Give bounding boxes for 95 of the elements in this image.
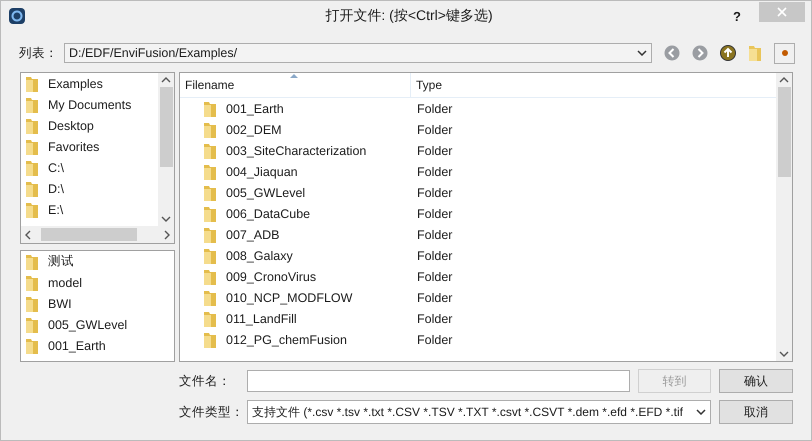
file-type: Folder (417, 270, 452, 284)
window-title: 打开文件: (按<Ctrl>键多选) (324, 7, 494, 25)
file-type: Folder (417, 332, 452, 346)
file-name[interactable]: 011_LandFill (226, 312, 297, 326)
file-name[interactable]: 007_ADB (226, 228, 280, 242)
folder-icon (204, 142, 216, 158)
history-item[interactable]: 测试 (21, 251, 174, 272)
column-header[interactable]: Type (411, 73, 776, 97)
folder-icon (204, 226, 216, 242)
sort-arrow-icon (290, 74, 298, 78)
place-item[interactable]: E:\ (21, 199, 158, 220)
folder-icon (26, 118, 38, 134)
file-name[interactable]: 005_GWLevel (226, 186, 306, 200)
folder-icon (204, 290, 216, 306)
folder-icon (26, 96, 38, 112)
forward-icon[interactable] (692, 45, 708, 61)
confirm-button[interactable]: 确认 (719, 369, 794, 393)
file-type: Folder (417, 312, 452, 326)
filetype-label: 文件类型： (179, 404, 239, 420)
folder-icon (26, 254, 38, 270)
file-type: Folder (417, 144, 452, 158)
caret-icon (696, 409, 706, 415)
file-type: Folder (417, 290, 452, 304)
folder-icon (26, 180, 38, 196)
file-name[interactable]: 010_NCP_MODFLOW (226, 290, 352, 304)
folder-icon (204, 164, 216, 180)
scroll-right-icon[interactable] (164, 230, 170, 240)
folder-icon (204, 184, 216, 200)
folder-icon (26, 160, 38, 176)
folder-icon (26, 202, 38, 218)
history-item[interactable]: 005_GWLevel (21, 314, 174, 335)
detail-view-button[interactable] (774, 42, 795, 64)
scroll-up-icon[interactable] (161, 77, 171, 83)
place-item[interactable]: Favorites (21, 136, 158, 157)
file-type: Folder (417, 186, 452, 200)
folder-icon (26, 316, 38, 332)
scroll-left-icon[interactable] (25, 230, 31, 240)
file-type: Folder (417, 164, 452, 178)
dot-icon (782, 50, 788, 56)
filename-label: 文件名： (179, 372, 232, 390)
file-type: Folder (417, 122, 452, 136)
folder-icon (204, 310, 216, 326)
place-item[interactable]: My Documents (21, 94, 158, 115)
history-item[interactable]: model (21, 272, 174, 293)
column-header[interactable]: Filename (180, 73, 411, 97)
location-label: 列表： (19, 44, 58, 62)
location-dropdown[interactable]: D:/EDF/EnviFusion/Examples/ (64, 43, 652, 63)
place-item[interactable]: D:\ (21, 178, 158, 199)
scroll-down-icon[interactable] (161, 216, 171, 222)
folder-icon[interactable] (748, 44, 762, 62)
history-item[interactable]: BWI (21, 293, 174, 314)
filename-field[interactable] (246, 370, 630, 392)
file-name[interactable]: 008_Galaxy (226, 248, 293, 262)
history-item[interactable]: 001_Earth (21, 335, 174, 356)
file-name[interactable]: 009_CronoVirus (226, 270, 316, 284)
folder-icon (204, 248, 216, 264)
place-item[interactable]: Desktop (21, 115, 158, 136)
file-type: Folder (417, 228, 452, 242)
scrollbar-thumb[interactable] (778, 87, 790, 177)
file-type: Folder (417, 206, 452, 220)
folder-icon (26, 338, 38, 354)
file-type: Folder (417, 102, 452, 116)
folder-icon (204, 268, 216, 284)
place-item[interactable]: Examples (21, 73, 158, 94)
close-button[interactable] (759, 2, 805, 22)
folder-icon (204, 332, 216, 348)
folder-icon (26, 76, 38, 92)
file-name[interactable]: 003_SiteCharacterization (226, 144, 366, 158)
folder-icon (204, 122, 216, 138)
scrollbar-thumb[interactable] (160, 87, 172, 167)
scroll-down-icon[interactable] (779, 351, 789, 357)
scrollbar-thumb[interactable] (41, 228, 137, 241)
caret-icon (637, 50, 647, 56)
back-icon[interactable] (664, 45, 680, 61)
help-button[interactable]: ? (733, 8, 741, 24)
file-name[interactable]: 006_DataCube (226, 206, 310, 220)
file-name[interactable]: 012_PG_chemFusion (226, 332, 347, 346)
folder-icon (204, 100, 216, 116)
filetype-dropdown[interactable]: 支持文件 (*.csv *.tsv *.txt *.CSV *.TSV *.TXT *.csvt *.CSVT *.dem *.efd *.EFD *.tif (247, 400, 712, 424)
folder-icon (26, 274, 38, 290)
folder-icon (26, 296, 38, 312)
scrollbar[interactable] (776, 73, 792, 361)
file-type: Folder (417, 248, 452, 262)
folder-icon (26, 138, 38, 154)
file-name[interactable]: 001_Earth (226, 102, 284, 116)
cancel-button[interactable]: 取消 (719, 400, 793, 424)
app-icon (9, 8, 25, 24)
place-item[interactable]: C:\ (21, 157, 158, 178)
scroll-up-icon[interactable] (779, 77, 789, 83)
file-name[interactable]: 002_DEM (226, 122, 282, 136)
scrollbar[interactable] (21, 226, 174, 243)
scrollbar[interactable] (158, 73, 174, 226)
file-name[interactable]: 004_Jiaquan (226, 164, 298, 178)
folder-icon (204, 206, 216, 222)
close-icon (777, 7, 787, 17)
